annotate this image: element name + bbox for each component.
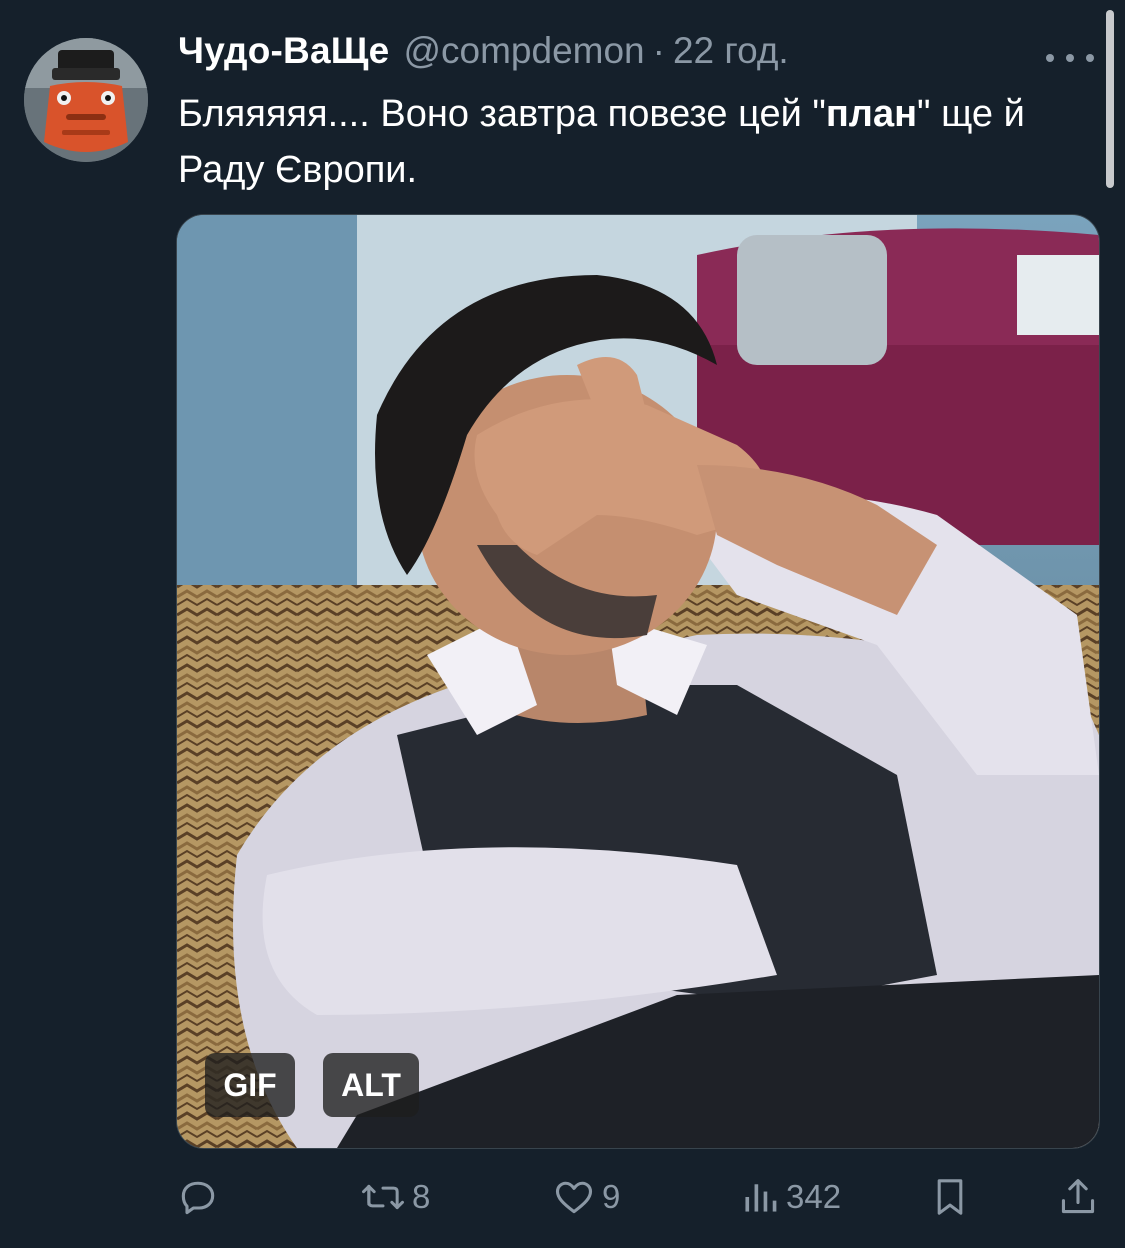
avatar[interactable] bbox=[24, 38, 148, 162]
heart-icon bbox=[555, 1181, 593, 1214]
views-icon bbox=[745, 1184, 777, 1212]
tweet-text-bold: план bbox=[825, 93, 918, 135]
gif-badge[interactable]: GIF bbox=[205, 1053, 295, 1117]
tweet-text-part: Бляяяяя.... Воно завтра повезе цей " bbox=[178, 93, 826, 135]
share-icon bbox=[1061, 1179, 1095, 1214]
bookmark-icon bbox=[937, 1179, 963, 1215]
more-dot-icon bbox=[1066, 54, 1074, 62]
action-bar: 8 9 342 bbox=[0, 1166, 1125, 1228]
reply-button[interactable] bbox=[176, 1166, 226, 1228]
retweet-icon bbox=[362, 1184, 404, 1210]
retweet-button[interactable]: 8 bbox=[360, 1166, 430, 1228]
more-dot-icon bbox=[1046, 54, 1054, 62]
alt-badge[interactable]: ALT bbox=[323, 1053, 419, 1117]
media-gif[interactable]: GIF ALT bbox=[176, 214, 1100, 1149]
display-name[interactable]: Чудо-ВаЩе bbox=[178, 30, 389, 72]
user-handle[interactable]: @compdemon bbox=[403, 30, 644, 72]
reply-icon bbox=[181, 1181, 215, 1215]
tweet-card[interactable]: Чудо-ВаЩе @compdemon · 22 год. Бляяяяя..… bbox=[0, 0, 1125, 1248]
more-options-button[interactable] bbox=[1046, 40, 1094, 76]
retweet-count: 8 bbox=[412, 1178, 431, 1215]
views-count: 342 bbox=[786, 1178, 842, 1215]
like-button[interactable]: 9 bbox=[552, 1166, 620, 1228]
tweet-header: Чудо-ВаЩе @compdemon · 22 год. bbox=[178, 30, 789, 86]
scrollbar[interactable] bbox=[1106, 10, 1114, 188]
separator-dot: · bbox=[652, 30, 665, 71]
tweet-text: Бляяяяя.... Воно завтра повезе цей "план… bbox=[178, 86, 1098, 198]
avatar-image bbox=[24, 38, 148, 162]
bookmark-button[interactable] bbox=[932, 1166, 968, 1228]
share-button[interactable] bbox=[1058, 1166, 1098, 1228]
views-button[interactable]: 342 bbox=[740, 1166, 841, 1228]
gif-image bbox=[177, 215, 1099, 1148]
timestamp[interactable]: 22 год. bbox=[673, 30, 789, 72]
like-count: 9 bbox=[602, 1178, 621, 1215]
more-dot-icon bbox=[1086, 54, 1094, 62]
